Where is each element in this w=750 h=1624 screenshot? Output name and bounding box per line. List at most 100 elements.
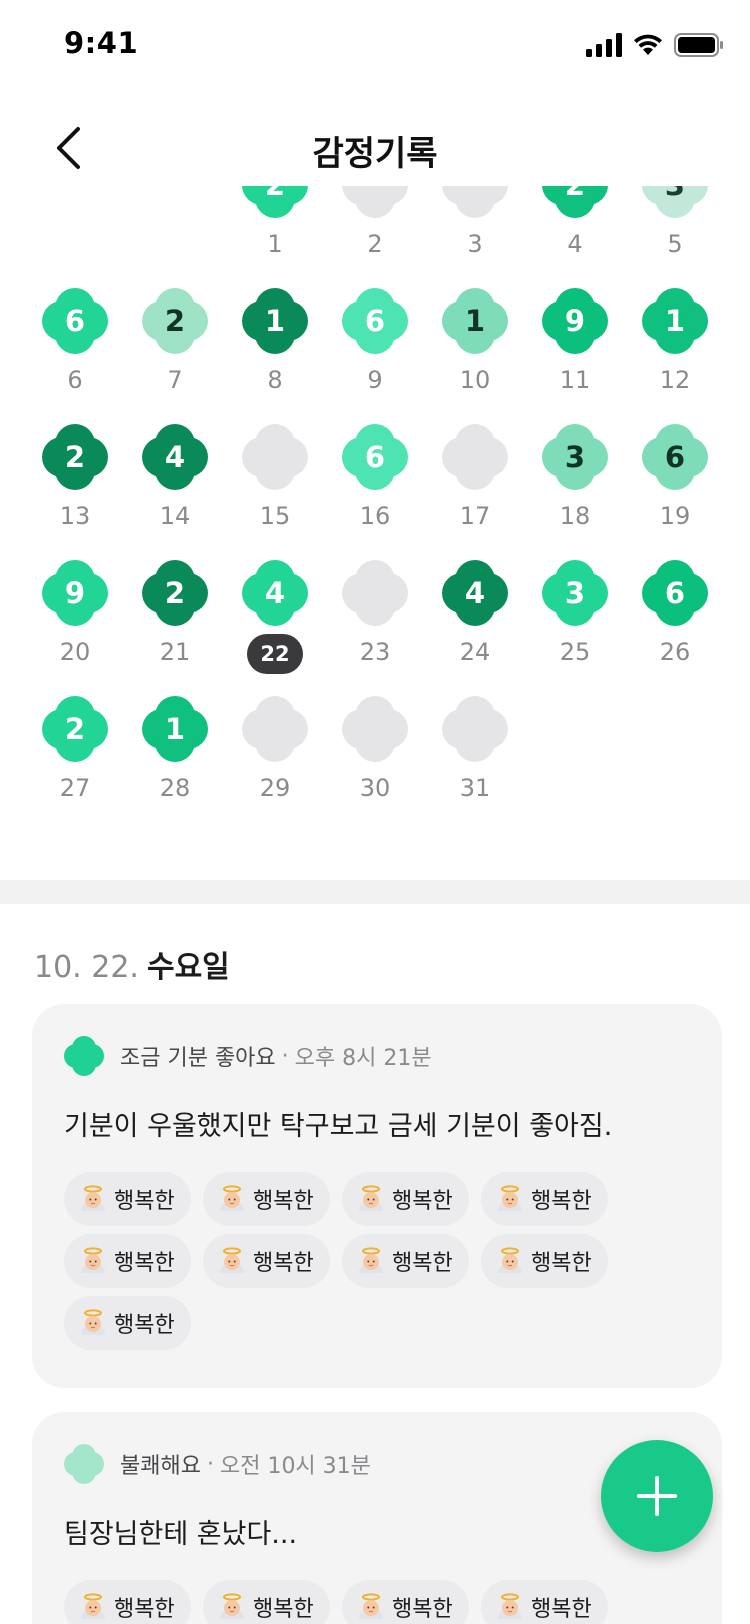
emotion-count: 1 — [464, 304, 486, 338]
day-number: 17 — [459, 502, 491, 530]
calendar-day[interactable]: 3 25 — [525, 560, 625, 696]
clover-icon[interactable]: 2 — [142, 560, 208, 626]
clover-icon[interactable]: 6 — [342, 288, 408, 354]
calendar-day[interactable]: 30 — [325, 696, 425, 832]
calendar-day[interactable]: 31 — [425, 696, 525, 832]
calendar-day[interactable]: 17 — [425, 424, 525, 560]
emotion-count: 2 — [64, 440, 86, 474]
day-number: 26 — [659, 638, 691, 666]
day-number: 28 — [159, 774, 191, 802]
calendar-day[interactable]: 9 20 — [25, 560, 125, 696]
calendar-day[interactable]: 2 — [325, 186, 425, 288]
emotion-tag[interactable]: 행복한 — [64, 1296, 191, 1350]
calendar-day[interactable]: 6 19 — [625, 424, 725, 560]
emotion-count: 9 — [564, 304, 586, 338]
calendar-day[interactable]: 23 — [325, 560, 425, 696]
emotion-tag[interactable]: 행복한 — [481, 1234, 608, 1288]
clover-icon[interactable]: 2 — [242, 186, 308, 218]
calendar-day[interactable]: 18 — [225, 288, 325, 424]
clover-icon[interactable]: 6 — [342, 424, 408, 490]
calendar-day[interactable]: 35 — [625, 186, 725, 288]
emotion-tag[interactable]: 행복한 — [342, 1580, 469, 1624]
calendar-day[interactable]: 29 — [225, 696, 325, 832]
emotion-tag[interactable]: 행복한 — [203, 1580, 330, 1624]
clover-icon[interactable]: 4 — [242, 560, 308, 626]
emotion-count: 6 — [364, 304, 386, 338]
calendar-day[interactable]: 69 — [325, 288, 425, 424]
clover-icon[interactable]: 1 — [242, 288, 308, 354]
calendar-day[interactable]: 4 14 — [125, 424, 225, 560]
angel-emoji-icon — [356, 1246, 386, 1276]
tag-label: 행복한 — [253, 1251, 314, 1276]
emotion-tag[interactable]: 행복한 — [342, 1172, 469, 1226]
emotion-tag[interactable]: 행복한 — [342, 1234, 469, 1288]
day-number: 2 — [367, 230, 383, 258]
entry-text: 팀장님한테 혼났다... — [64, 1519, 298, 1550]
clover-icon[interactable]: 1 — [142, 696, 208, 762]
calendar-day[interactable]: 1 10 — [425, 288, 525, 424]
day-number: 31 — [459, 774, 491, 802]
selected-date: 10. 22. — [34, 950, 139, 985]
calendar-day[interactable]: 3 18 — [525, 424, 625, 560]
clover-icon[interactable]: 2 — [142, 288, 208, 354]
calendar-day[interactable]: 15 — [225, 424, 325, 560]
calendar-day[interactable]: 4 24 — [425, 560, 525, 696]
emotion-count: 9 — [64, 576, 86, 610]
emotion-count: 3 — [564, 576, 586, 610]
calendar-day[interactable]: 21 — [225, 186, 325, 288]
clover-icon[interactable]: 1 — [642, 288, 708, 354]
emotion-tag[interactable]: 행복한 — [64, 1234, 191, 1288]
clover-icon[interactable]: 4 — [442, 560, 508, 626]
clover-icon[interactable] — [442, 424, 508, 490]
emotion-tag[interactable]: 행복한 — [203, 1234, 330, 1288]
emotion-tag[interactable]: 행복한 — [481, 1172, 608, 1226]
entry-text: 기분이 우울했지만 탁구보고 금세 기분이 좋아짐. — [64, 1111, 613, 1142]
clover-icon[interactable] — [242, 696, 308, 762]
emotion-count: 6 — [64, 304, 86, 338]
emotion-count — [442, 696, 508, 762]
clover-icon[interactable]: 2 — [42, 696, 108, 762]
clover-icon[interactable] — [242, 424, 308, 490]
clover-icon[interactable]: 2 — [542, 186, 608, 218]
emotion-tag[interactable]: 행복한 — [481, 1580, 608, 1624]
day-number: 19 — [659, 502, 691, 530]
clover-icon[interactable]: 2 — [42, 424, 108, 490]
emotion-tag[interactable]: 행복한 — [64, 1580, 191, 1624]
clover-icon[interactable]: 9 — [42, 560, 108, 626]
clover-icon[interactable]: 3 — [642, 186, 708, 218]
clover-icon[interactable] — [342, 560, 408, 626]
clover-icon[interactable]: 9 — [542, 288, 608, 354]
clover-icon[interactable]: 4 — [142, 424, 208, 490]
entry-card[interactable]: 조금 기분 좋아요 · 오후 8시 21분 기분이 우울했지만 탁구보고 금세 … — [32, 1004, 722, 1388]
calendar-day[interactable]: 27 — [125, 288, 225, 424]
calendar-day[interactable]: 1 12 — [625, 288, 725, 424]
calendar-day[interactable]: 2 27 — [25, 696, 125, 832]
calendar-day[interactable]: 4 22 — [225, 560, 325, 696]
clover-icon[interactable]: 6 — [42, 288, 108, 354]
tag-label: 행복한 — [114, 1189, 175, 1214]
clover-icon[interactable] — [442, 186, 508, 218]
calendar-day[interactable]: 2 21 — [125, 560, 225, 696]
calendar-day[interactable]: 2 13 — [25, 424, 125, 560]
tag-label: 행복한 — [531, 1251, 592, 1276]
clover-icon[interactable]: 3 — [542, 424, 608, 490]
clover-icon[interactable]: 3 — [542, 560, 608, 626]
clover-icon[interactable] — [442, 696, 508, 762]
calendar-day[interactable]: 24 — [525, 186, 625, 288]
emotion-tag[interactable]: 행복한 — [203, 1172, 330, 1226]
calendar-day[interactable]: 1 28 — [125, 696, 225, 832]
clover-icon[interactable]: 1 — [442, 288, 508, 354]
clover-icon[interactable] — [342, 186, 408, 218]
clover-icon[interactable] — [342, 696, 408, 762]
calendar-day[interactable]: 66 — [25, 288, 125, 424]
calendar-day[interactable]: 9 11 — [525, 288, 625, 424]
clover-icon[interactable]: 6 — [642, 424, 708, 490]
emotion-count: 6 — [364, 440, 386, 474]
calendar-day[interactable]: 6 26 — [625, 560, 725, 696]
clover-icon[interactable]: 6 — [642, 560, 708, 626]
emotion-count — [342, 696, 408, 762]
add-entry-button[interactable] — [601, 1440, 713, 1552]
calendar-day[interactable]: 3 — [425, 186, 525, 288]
calendar-day[interactable]: 6 16 — [325, 424, 425, 560]
emotion-tag[interactable]: 행복한 — [64, 1172, 191, 1226]
